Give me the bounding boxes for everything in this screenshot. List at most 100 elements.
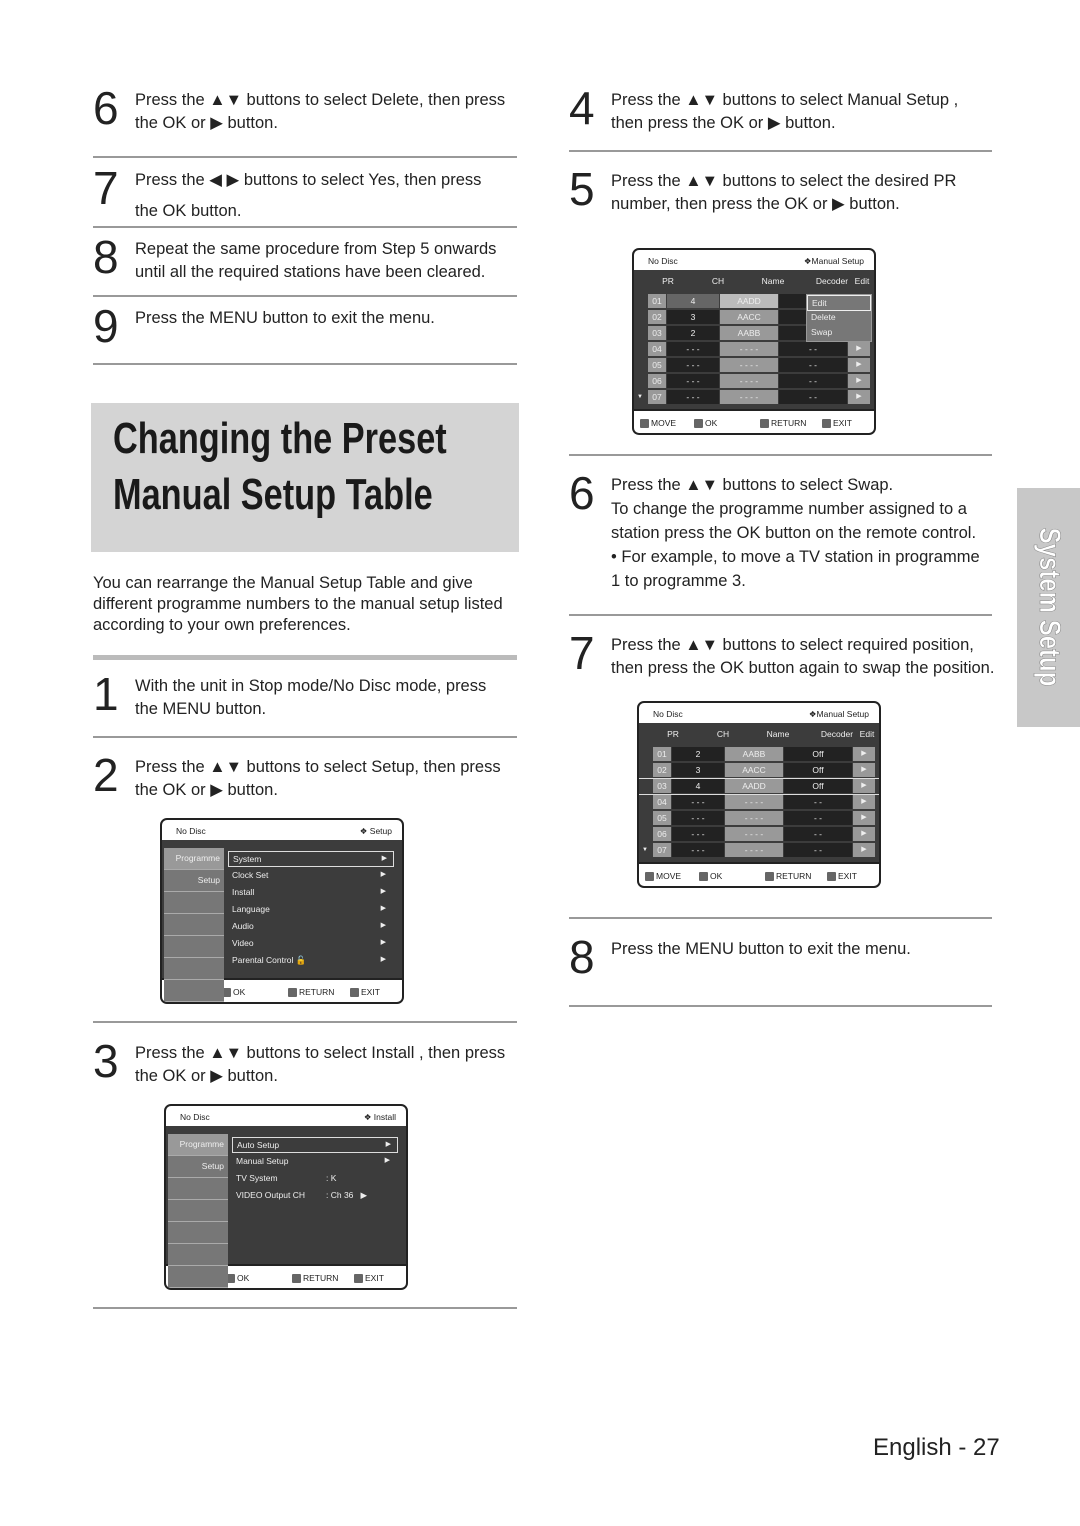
- menu-item[interactable]: Video ▶: [228, 936, 392, 950]
- menu-item-label: VIDEO Output CH: [236, 1190, 305, 1200]
- menu-item[interactable]: Manual Setup ▶: [232, 1154, 396, 1168]
- menu-tab-slot[interactable]: Programme: [168, 1134, 228, 1156]
- divider: [93, 226, 517, 228]
- cell-pr: 01: [653, 747, 671, 761]
- menu-title: ❖Manual Setup: [803, 256, 864, 266]
- menu-item-label: Auto Setup: [237, 1140, 280, 1150]
- divider: [93, 736, 517, 738]
- menu-item[interactable]: Parental Control 🔓 ▶: [228, 953, 392, 967]
- table-row[interactable]: 07- - -- - - -- - ▶: [634, 390, 874, 405]
- return-icon: [765, 872, 774, 881]
- menu-item[interactable]: VIDEO Output CH: Ch 36 ▶: [232, 1188, 396, 1202]
- screen-manual2: No Disc ❖Manual Setup MOVE OK RETURN EXIT PR CH…: [637, 701, 881, 888]
- menu-item[interactable]: Auto Setup ▶: [232, 1137, 398, 1153]
- step-number: 3: [93, 1035, 119, 1087]
- menu-item[interactable]: System ▶: [228, 851, 394, 867]
- step-text: until all the required stations have bee…: [135, 263, 486, 281]
- tab-setup: Setup: [201, 1161, 224, 1171]
- table-row[interactable]: 06- - -- - - -- - ▶: [634, 374, 874, 389]
- cell-decoder: - -: [784, 795, 852, 809]
- menu-item-value: ▶: [384, 1157, 390, 1164]
- footer-label: RETURN: [771, 418, 807, 428]
- menu-tab-slot[interactable]: Programme: [164, 848, 224, 870]
- cell-decoder: Off: [784, 779, 852, 793]
- menu-title: ❖Manual Setup: [808, 709, 869, 719]
- cell-name: AABB: [720, 326, 778, 340]
- column-header: CH: [711, 276, 725, 286]
- footer-ok: OK: [694, 418, 717, 428]
- menu-item-value: : K: [326, 1173, 337, 1183]
- table-row[interactable]: 04- - -- - - -- - ▶: [639, 795, 879, 810]
- column-header: Edit: [859, 729, 875, 739]
- column-header: Name: [766, 729, 790, 739]
- side-tab: System Setup: [1017, 488, 1080, 727]
- screen-header: No Disc ❖Manual Setup: [639, 703, 879, 723]
- tab-programme: Programme: [179, 1139, 224, 1149]
- step-number: 7: [569, 627, 595, 679]
- cell-name: AABB: [725, 747, 783, 761]
- divider: [569, 614, 992, 616]
- step-number: 2: [93, 749, 119, 801]
- popup-item-delete[interactable]: Delete: [807, 310, 871, 324]
- cell-name: - - - -: [720, 390, 778, 404]
- footer-label: OK: [710, 871, 723, 881]
- divider: [93, 363, 517, 365]
- table-row[interactable]: 02 3 AACC Off ▶: [639, 763, 879, 778]
- table-row[interactable]: 01 2 AABB Off ▶: [639, 747, 879, 762]
- cell-decoder: - -: [779, 390, 847, 404]
- cell-decoder: Off: [784, 747, 852, 761]
- move-icon: [645, 872, 654, 881]
- return-icon: [760, 419, 769, 428]
- menu-item[interactable]: Language ▶: [228, 902, 392, 916]
- scroll-down-icon[interactable]: ▼: [642, 847, 648, 853]
- cell-decoder: - -: [779, 358, 847, 372]
- table-row[interactable]: 05- - -- - - -- - ▶: [634, 358, 874, 373]
- step-text: Press the ▲▼ buttons to select Delete, t…: [135, 91, 506, 109]
- step-text: then press the OK or ▶ button.: [611, 114, 836, 132]
- menu-item[interactable]: Clock Set ▶: [228, 868, 392, 882]
- step-text: To change the programme number assigned …: [611, 500, 967, 518]
- step-text: station press the OK button on the remot…: [611, 524, 977, 542]
- menu-item[interactable]: Install ▶: [228, 885, 392, 899]
- table-row[interactable]: 06- - -- - - -- - ▶: [639, 827, 879, 842]
- menu-item[interactable]: Audio ▶: [228, 919, 392, 933]
- menu-title: ❖ Setup: [359, 826, 392, 836]
- footer-label: EXIT: [833, 418, 852, 428]
- step-text: Press the ▲▼ buttons to select Swap.: [611, 476, 894, 494]
- cell-name: AACC: [720, 310, 778, 324]
- menu-tab-slot: [168, 1266, 228, 1288]
- table-row[interactable]: 04- - -- - - -- - ▶: [634, 342, 874, 357]
- table-row[interactable]: 07- - -- - - -- - ▶: [639, 843, 879, 858]
- scroll-down-icon[interactable]: ▼: [637, 394, 643, 400]
- cell-edit: ▶: [848, 390, 870, 404]
- footer-move: MOVE: [645, 871, 681, 881]
- title-line: Manual Setup Table: [113, 470, 433, 519]
- step-text: the MENU button.: [135, 700, 267, 718]
- table-row[interactable]: 03 4 AADD Off ▶: [639, 778, 879, 795]
- menu-tab-slot: [164, 980, 224, 1002]
- divider: [93, 1307, 517, 1309]
- footer-return: RETURN: [760, 418, 806, 428]
- footer-label: RETURN: [303, 1273, 339, 1283]
- cell-name: AACC: [725, 763, 783, 777]
- cell-decoder: - -: [779, 342, 847, 356]
- menu-item-label: Manual Setup: [236, 1156, 289, 1166]
- footer-return: RETURN: [292, 1273, 338, 1283]
- section-title: Changing the Preset Manual Setup Table: [113, 411, 447, 523]
- menu-item[interactable]: TV System: K: [232, 1171, 396, 1185]
- cell-edit: ▶: [853, 795, 875, 809]
- popup-item-edit[interactable]: Edit: [807, 295, 871, 311]
- menu-tab-slot[interactable]: Setup: [164, 870, 224, 892]
- step-text: Press the ▲▼ buttons to select Setup, th…: [135, 758, 501, 776]
- table-row[interactable]: 05- - -- - - -- - ▶: [639, 811, 879, 826]
- popup-item-swap[interactable]: Swap: [807, 325, 871, 339]
- divider: [93, 655, 517, 660]
- cell-ch: - - -: [667, 390, 719, 404]
- cell-name: - - - -: [720, 342, 778, 356]
- cell-pr: 05: [648, 358, 666, 372]
- cell-edit: ▶: [853, 811, 875, 825]
- cell-edit: ▶: [853, 843, 875, 857]
- step-text: Press the MENU button to exit the menu.: [135, 309, 435, 327]
- menu-tab-slot: [168, 1244, 228, 1266]
- menu-tab-slot[interactable]: Setup: [168, 1156, 228, 1178]
